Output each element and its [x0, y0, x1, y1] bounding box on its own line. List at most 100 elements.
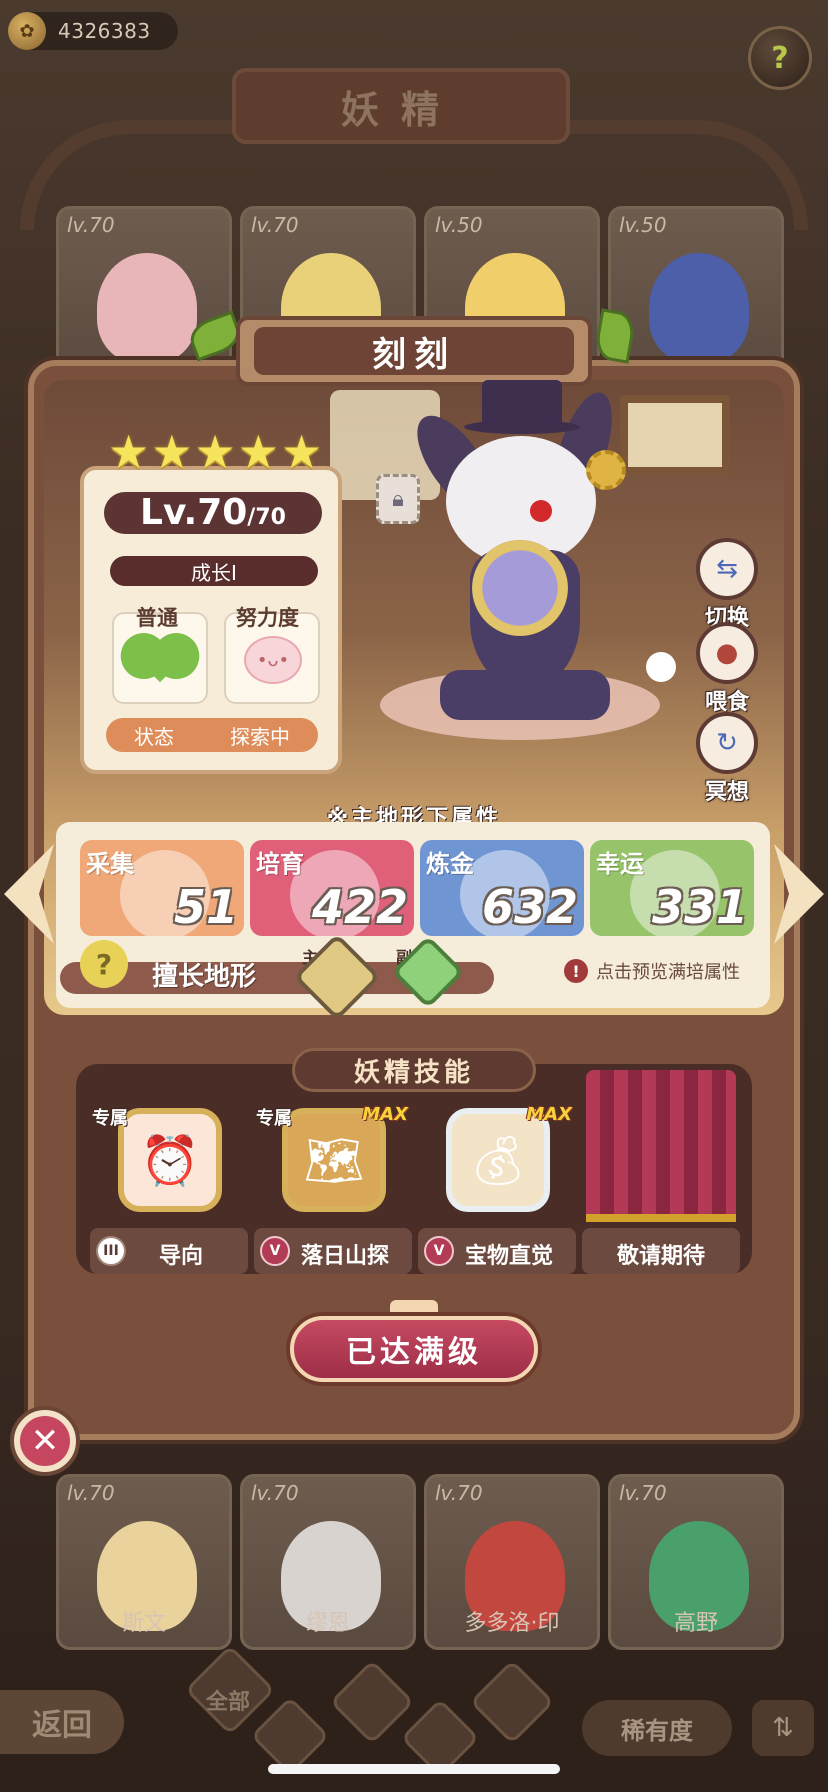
- exclusive-tag: 专属: [256, 1108, 292, 1129]
- card-name: 多多洛·印: [464, 1611, 560, 1636]
- meditate-button[interactable]: ↻ 冥想: [692, 712, 762, 812]
- card-name: 斯文: [121, 1611, 166, 1636]
- card-level: lv.70: [435, 1481, 483, 1505]
- level-value: Lv.70: [140, 492, 248, 533]
- card-portrait: [649, 253, 749, 363]
- back-button[interactable]: 返回: [0, 1690, 124, 1754]
- coin-counter: ✿ 4326383: [8, 12, 178, 50]
- card-level: lv.50: [435, 213, 483, 237]
- card-level: lv.70: [67, 213, 115, 237]
- exclusive-tag: 专属: [92, 1108, 128, 1129]
- background-fairy-card[interactable]: lv.70 高野: [608, 1474, 784, 1650]
- feed-button[interactable]: ● 喂食: [692, 622, 762, 722]
- page-title: 妖精: [340, 87, 461, 132]
- coin-value: 4326383: [58, 19, 151, 43]
- stat-value: 422: [311, 880, 408, 934]
- close-icon: ✕: [20, 1416, 70, 1466]
- skill-name: 宝物直觉: [464, 1244, 553, 1269]
- pocket-watch-icon: [472, 540, 568, 636]
- terrain-help-icon[interactable]: ?: [80, 940, 128, 988]
- skill-name: 敬请期待: [616, 1244, 705, 1269]
- alarm-clock-icon: ⏰: [118, 1108, 222, 1212]
- skill-name: 落日山探: [300, 1244, 389, 1269]
- skill-name: 导向: [158, 1244, 203, 1269]
- filter-all[interactable]: 全部: [186, 1668, 270, 1732]
- curtain-icon: [586, 1070, 736, 1222]
- exclamation-icon: !: [564, 959, 588, 983]
- swap-icon: ⇆: [696, 538, 758, 600]
- card-name: 高野: [673, 1611, 718, 1636]
- stat-alchemy: 炼金 632: [420, 840, 584, 936]
- skill-slot-locked: 敬请期待: [582, 1070, 740, 1282]
- stat-name: 幸运: [596, 850, 644, 878]
- help-button[interactable]: ?: [748, 26, 812, 90]
- heart-icon: [138, 639, 182, 683]
- stat-value: 51: [173, 880, 238, 934]
- status-bar: 状态 探索中: [106, 718, 318, 752]
- star-icon: ★: [237, 425, 279, 479]
- background-fairy-card[interactable]: lv.70 多多洛·印: [424, 1474, 600, 1650]
- home-indicator: [268, 1764, 560, 1774]
- max-tag: MAX: [362, 1104, 408, 1125]
- stat-gather: 采集 51: [80, 840, 244, 936]
- preview-max-stats-link[interactable]: ! 点击预览满培属性: [564, 958, 740, 984]
- fairy-character[interactable]: [402, 380, 676, 730]
- status-label: 状态: [134, 724, 174, 749]
- sort-icon: ⇅: [772, 1713, 794, 1743]
- star-icon: ★: [194, 425, 236, 479]
- star-icon: ★: [151, 425, 193, 479]
- type-label: 普通: [136, 606, 178, 630]
- lock-button[interactable]: 🔒︎: [376, 474, 420, 524]
- stat-name: 炼金: [426, 850, 474, 878]
- background-fairy-card[interactable]: lv.50: [608, 206, 784, 382]
- filter-all-label: 全部: [205, 1690, 250, 1715]
- growth-label: 成长I: [191, 560, 237, 585]
- max-level-button[interactable]: 已达满级: [290, 1316, 538, 1382]
- card-portrait: [97, 253, 197, 363]
- max-level: /70: [247, 505, 286, 530]
- card-level: lv.50: [619, 213, 667, 237]
- effort-label: 努力度: [236, 606, 299, 630]
- background-fairy-card[interactable]: lv.70 缪恩: [240, 1474, 416, 1650]
- lock-icon: 🔒︎: [392, 486, 404, 512]
- meat-icon: ●: [696, 622, 758, 684]
- fairy-name: 刻刻: [372, 334, 456, 375]
- background-fairy-card[interactable]: lv.70 斯文: [56, 1474, 232, 1650]
- stat-luck: 幸运 331: [590, 840, 754, 936]
- card-name: 缪恩: [305, 1611, 350, 1636]
- fairy-name-plate: 刻刻: [236, 316, 592, 386]
- card-level: lv.70: [67, 1481, 115, 1505]
- max-level-label: 已达满级: [346, 1335, 482, 1370]
- level-pill: Lv.70 /70: [104, 492, 322, 534]
- skill-slot[interactable]: 💰︎ MAX V 宝物直觉: [418, 1104, 576, 1282]
- star-icon: ★: [108, 425, 150, 479]
- skill-slot[interactable]: 🗺︎ 专属 MAX V 落日山探: [254, 1104, 412, 1282]
- skill-slot[interactable]: ⏰ 专属 III 导向: [90, 1104, 248, 1282]
- card-level: lv.70: [619, 1481, 667, 1505]
- top-bar: ✿ 4326383: [0, 0, 828, 70]
- meditate-icon: ↻: [696, 712, 758, 774]
- stat-nurture: 培育 422: [250, 840, 414, 936]
- rarity-sort-button[interactable]: 稀有度: [582, 1700, 732, 1756]
- preview-text: 点击预览满培属性: [596, 962, 740, 983]
- card-level: lv.70: [251, 1481, 299, 1505]
- status-value: 探索中: [230, 724, 290, 749]
- close-button[interactable]: ✕: [10, 1406, 80, 1476]
- stat-value: 632: [481, 880, 578, 934]
- star-rating: ★ ★ ★ ★ ★: [108, 428, 322, 476]
- gear-icon: [586, 450, 626, 490]
- sort-order-button[interactable]: ⇅: [752, 1700, 814, 1756]
- effort-face-icon: •ᴗ•: [244, 636, 302, 684]
- stat-name: 采集: [86, 850, 134, 878]
- star-icon: ★: [281, 425, 323, 479]
- question-sprout-icon: ?: [771, 40, 789, 76]
- stat-name: 培育: [256, 850, 304, 878]
- page-title-board: 妖精: [232, 68, 570, 144]
- card-level: lv.70: [251, 213, 299, 237]
- rarity-label: 稀有度: [621, 1716, 693, 1745]
- max-tag: MAX: [526, 1104, 572, 1125]
- stat-value: 331: [651, 880, 748, 934]
- back-label: 返回: [32, 1708, 92, 1743]
- terrain-label: 擅长地形: [152, 962, 257, 992]
- skills-title: 妖精技能: [353, 1057, 474, 1088]
